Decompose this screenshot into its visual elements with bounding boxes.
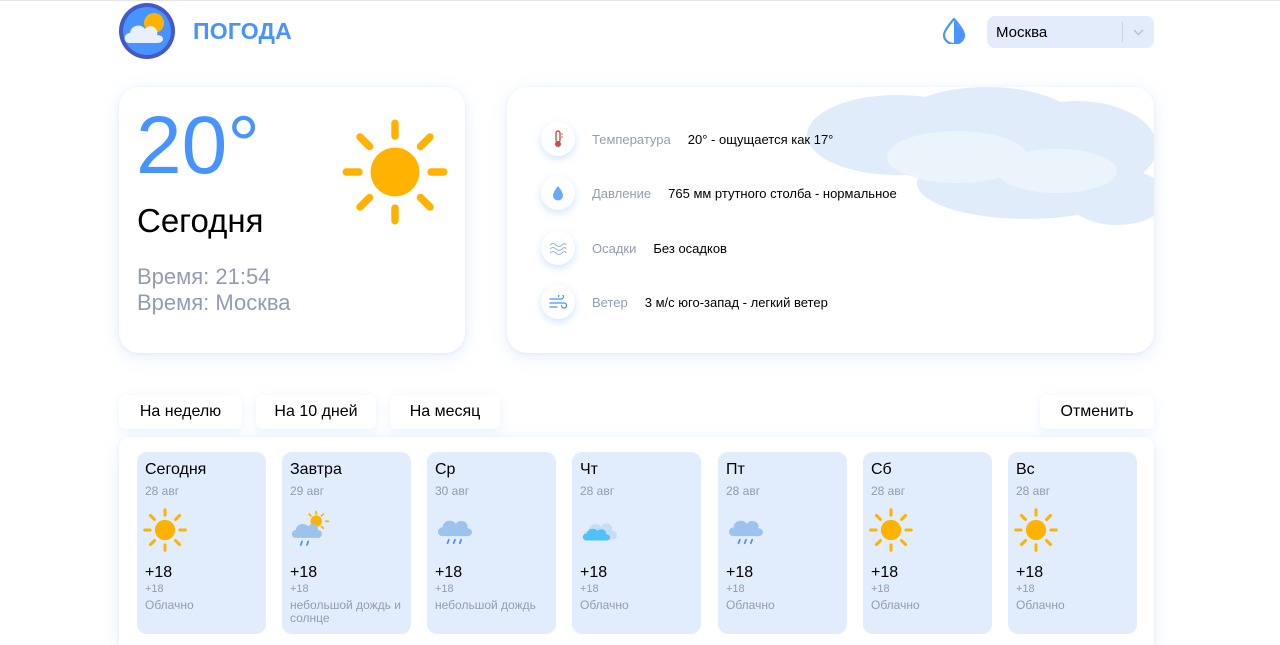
forecast-feels-like: +18 xyxy=(435,583,454,595)
forecast-day-name: Вс xyxy=(1016,461,1035,478)
chevron-down-icon[interactable] xyxy=(1123,16,1154,48)
detail-label: Давление xyxy=(592,185,652,201)
forecast-description: Облачно xyxy=(1016,598,1065,612)
forecast-feels-like: +18 xyxy=(145,583,164,595)
tab-week[interactable]: На неделю xyxy=(119,395,242,429)
sun-rain-icon xyxy=(288,508,332,552)
detail-value: 3 м/с юго-запад - легкий ветер xyxy=(644,294,828,310)
detail-row-wind: Ветер 3 м/с юго-запад - легкий ветер xyxy=(541,285,828,319)
forecast-temp: +18 xyxy=(871,564,899,581)
forecast-feels-like: +18 xyxy=(1016,583,1035,595)
forecast-day-card[interactable]: Вс 28 авг +18 +18 Облачно xyxy=(1008,452,1137,634)
tab-month[interactable]: На месяц xyxy=(390,395,500,429)
pressure-drop-icon xyxy=(541,176,575,210)
forecast-day-card[interactable]: Ср 30 авг +18 +18 небольшой дождь xyxy=(427,452,556,634)
forecast-day-card[interactable]: Сегодня 28 авг +18 +18 Облачно xyxy=(137,452,266,634)
sun-icon xyxy=(143,508,187,552)
today-card: 20° Сегодня Время: 21:54 Время: Москва xyxy=(119,87,465,353)
theme-toggle-drop-icon[interactable] xyxy=(942,18,966,44)
forecast-feels-like: +18 xyxy=(726,583,745,595)
forecast-description: Облачно xyxy=(726,598,775,612)
detail-value: 20° - ощущается как 17° xyxy=(687,131,834,147)
detail-value: Без осадков xyxy=(653,240,727,256)
forecast-temp: +18 xyxy=(1016,564,1044,581)
current-temperature: 20° xyxy=(136,100,261,191)
rain-cloud-icon xyxy=(724,508,768,552)
forecast-date: 28 авг xyxy=(145,484,180,498)
detail-label: Температура xyxy=(592,131,671,147)
tab-ten-days[interactable]: На 10 дней xyxy=(256,395,376,429)
forecast-temp: +18 xyxy=(726,564,754,581)
forecast-feels-like: +18 xyxy=(580,583,599,595)
sun-icon xyxy=(1014,508,1058,552)
forecast-temp: +18 xyxy=(580,564,608,581)
details-card: Температура 20° - ощущается как 17° Давл… xyxy=(507,87,1154,353)
brand-title: ПОГОДА xyxy=(193,18,292,44)
sun-icon xyxy=(342,119,448,225)
forecast-day-name: Ср xyxy=(435,461,456,478)
forecast-day-name: Пт xyxy=(726,461,745,478)
forecast-description: небольшой дождь xyxy=(435,598,536,612)
forecast-description: Облачно xyxy=(871,598,920,612)
detail-row-temperature: Температура 20° - ощущается как 17° xyxy=(541,122,833,156)
forecast-temp: +18 xyxy=(290,564,318,581)
today-label: Сегодня xyxy=(137,202,264,239)
forecast-description: Облачно xyxy=(580,598,629,612)
detail-label: Осадки xyxy=(592,240,637,256)
cancel-button[interactable]: Отменить xyxy=(1040,395,1154,429)
forecast-date: 30 авг xyxy=(435,484,470,498)
cloud-icon xyxy=(578,508,622,552)
forecast-temp: +18 xyxy=(145,564,173,581)
forecast-date: 28 авг xyxy=(580,484,615,498)
forecast-day-name: Сегодня xyxy=(145,461,207,478)
precipitation-icon xyxy=(541,231,575,265)
forecast-date: 29 авг xyxy=(290,484,325,498)
forecast-date: 28 авг xyxy=(1016,484,1051,498)
cloud-decoration xyxy=(807,87,1154,225)
weather-page: ПОГОДА Москва 20° Сегодня Время: 21:54 В… xyxy=(0,0,1280,645)
sun-icon xyxy=(869,508,913,552)
forecast-day-name: Сб xyxy=(871,461,892,478)
forecast-day-card[interactable]: Сб 28 авг +18 +18 Облачно xyxy=(863,452,992,634)
forecast-date: 28 авг xyxy=(871,484,906,498)
forecast-temp: +18 xyxy=(435,564,463,581)
detail-value: 765 мм ртутного столба - нормальное xyxy=(668,185,897,201)
forecast-date: 28 авг xyxy=(726,484,761,498)
thermometer-icon xyxy=(541,122,575,156)
current-city: Время: Москва xyxy=(137,290,291,315)
forecast-feels-like: +18 xyxy=(871,583,890,595)
logo-icon xyxy=(119,3,175,59)
forecast-feels-like: +18 xyxy=(290,583,309,595)
forecast-day-name: Завтра xyxy=(290,461,342,478)
wind-icon xyxy=(541,285,575,319)
rain-cloud-icon xyxy=(433,508,477,552)
detail-row-precipitation: Осадки Без осадков xyxy=(541,231,727,265)
forecast-description: Облачно xyxy=(145,598,194,612)
forecast-day-card[interactable]: Завтра 29 авг +18 +18 небольшой дождь и … xyxy=(282,452,411,634)
current-time: Время: 21:54 xyxy=(137,264,271,289)
detail-label: Ветер xyxy=(592,294,628,310)
detail-row-pressure: Давление 765 мм ртутного столба - нормал… xyxy=(541,176,897,210)
forecast-day-card[interactable]: Пт 28 авг +18 +18 Облачно xyxy=(718,452,847,634)
forecast-description: небольшой дождь и солнце xyxy=(290,598,401,625)
city-select[interactable]: Москва xyxy=(987,16,1154,48)
city-select-value: Москва xyxy=(996,23,1048,41)
forecast-day-name: Чт xyxy=(580,461,598,478)
forecast-day-card[interactable]: Чт 28 авг +18 +18 Облачно xyxy=(572,452,701,634)
